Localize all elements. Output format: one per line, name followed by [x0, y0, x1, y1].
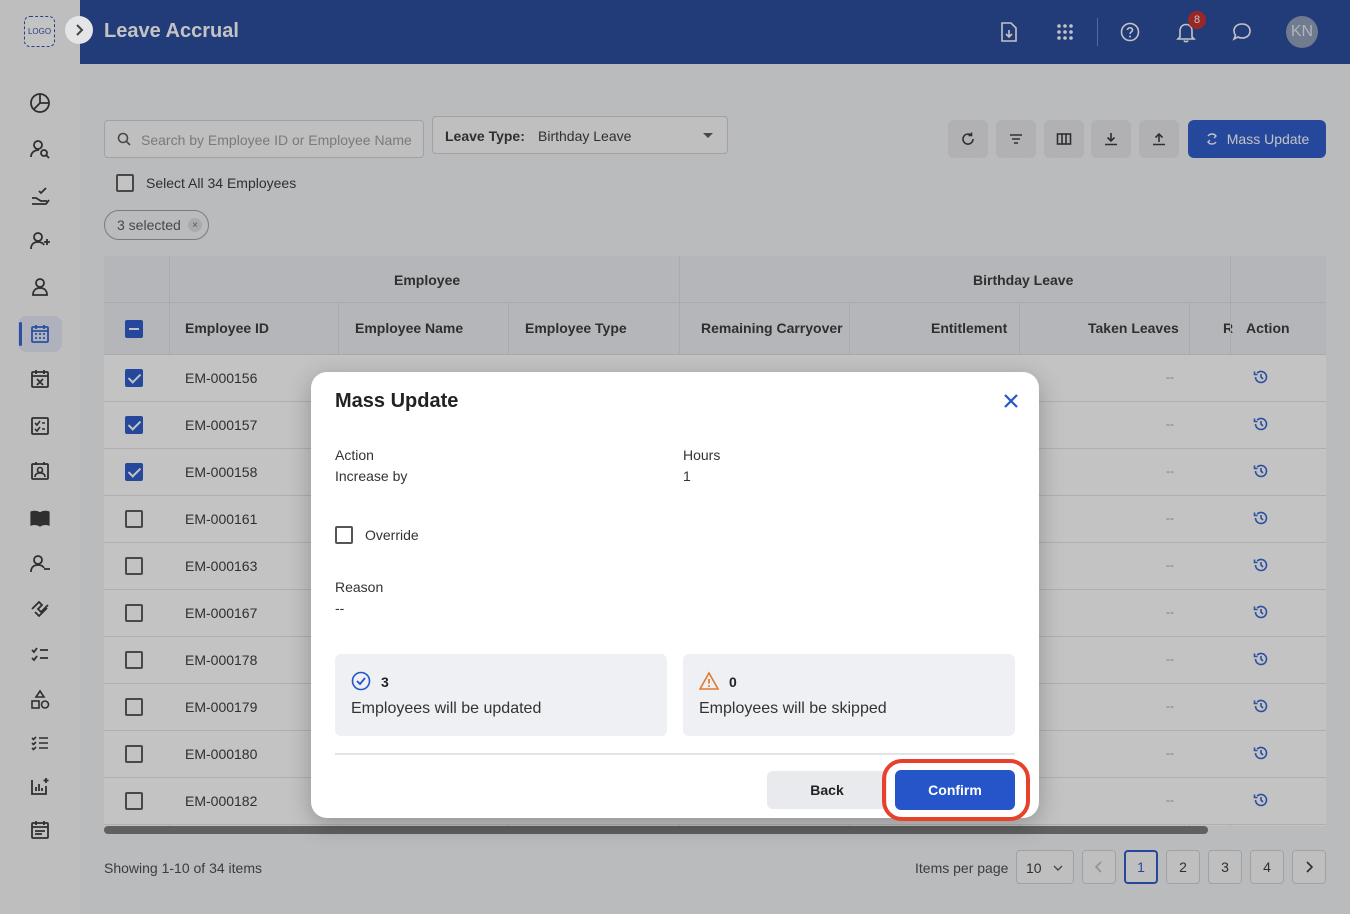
check-circle-icon	[351, 671, 371, 696]
hours-label: Hours	[683, 447, 721, 463]
reason-label: Reason	[335, 579, 384, 595]
chevron-right-icon	[76, 24, 84, 36]
close-icon	[1004, 394, 1018, 408]
dialog-divider	[335, 753, 1015, 755]
action-value: Increase by	[335, 468, 408, 484]
override-checkbox[interactable]	[335, 526, 353, 544]
action-label: Action	[335, 447, 374, 463]
reason-value: --	[335, 600, 345, 616]
updated-text: Employees will be updated	[351, 700, 542, 717]
close-button[interactable]	[999, 389, 1023, 413]
skipped-summary-card: 0 Employees will be skipped	[683, 654, 1015, 736]
updated-count: 3	[381, 674, 389, 690]
override-option: Override	[335, 526, 419, 544]
warning-icon	[698, 671, 720, 696]
dialog-title: Mass Update	[335, 390, 459, 412]
hours-value: 1	[683, 468, 691, 484]
updated-summary-card: 3 Employees will be updated	[335, 654, 667, 736]
skipped-count: 0	[729, 674, 737, 690]
confirm-highlight-ring	[882, 759, 1030, 821]
sidebar-expand-button[interactable]	[65, 16, 93, 44]
mass-update-dialog: Mass Update Action Increase by Hours 1 O…	[311, 372, 1039, 818]
override-label: Override	[365, 527, 419, 543]
skipped-text: Employees will be skipped	[699, 700, 887, 717]
back-button[interactable]: Back	[767, 771, 887, 809]
